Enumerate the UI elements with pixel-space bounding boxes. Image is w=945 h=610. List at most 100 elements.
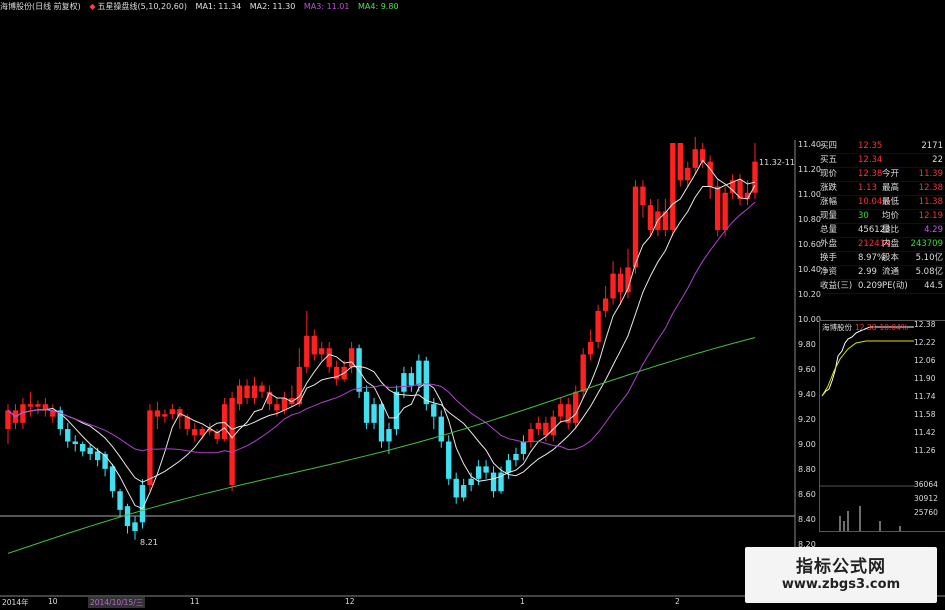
price-tick: 8.80 bbox=[798, 465, 816, 474]
candle-body bbox=[602, 298, 609, 311]
quote-row: 涨幅 10.04% 最低 11.38 bbox=[820, 196, 945, 210]
mini-scale-tick: 11.74 bbox=[914, 392, 936, 401]
price-tick: 9.80 bbox=[798, 340, 816, 349]
candle-body bbox=[72, 441, 78, 444]
quote-l1: 现价 bbox=[820, 169, 838, 179]
indicator-name[interactable]: 五星操盘线(5,10,20,60) bbox=[98, 2, 188, 11]
quote-v1: 12.35 bbox=[858, 141, 883, 151]
quote-v1: 2.99 bbox=[858, 267, 877, 277]
candle-body bbox=[677, 143, 683, 181]
quote-v2: 12.19 bbox=[918, 211, 943, 221]
price-tick: 10.60 bbox=[798, 240, 821, 249]
quote-l1: 买四 bbox=[820, 141, 838, 151]
quote-l1: 净资 bbox=[820, 267, 838, 277]
quote-l1: 外盘 bbox=[820, 239, 838, 249]
stock-title[interactable]: 海博股份(日线 前复权) bbox=[0, 2, 81, 11]
candle-body bbox=[692, 149, 698, 168]
price-tick: 8.40 bbox=[798, 515, 816, 524]
candle-body bbox=[528, 429, 534, 442]
price-tick: 10.00 bbox=[798, 315, 821, 324]
mini-chart-header: 海博股份 12.38 10.04% bbox=[822, 322, 908, 333]
candle-body bbox=[371, 404, 377, 423]
candle-body bbox=[378, 404, 385, 442]
mini-price: 12.38 bbox=[855, 323, 877, 332]
mini-scale-tick: 12.06 bbox=[914, 356, 936, 365]
mini-chart-scale: 12.38 12.22 12.06 11.90 11.74 11.58 11.42 11.26… bbox=[914, 320, 945, 550]
mini-scale-tick: 25760 bbox=[914, 508, 938, 517]
candle-body bbox=[670, 143, 676, 231]
quote-v2: 2171 bbox=[921, 141, 943, 151]
candle-body bbox=[401, 373, 407, 392]
quote-l2: 股本 bbox=[882, 253, 900, 263]
indicator-header: 海博股份(日线 前复权) ◆ 五星操盘线(5,10,20,60) MA1: 11.… bbox=[0, 0, 945, 14]
quote-l2: 最高 bbox=[882, 183, 900, 193]
ma1-value: MA1: 11.34 bbox=[195, 2, 242, 11]
quote-v2: 243709 bbox=[910, 239, 943, 249]
quote-row: 净资 2.99 流通 5.08亿 bbox=[820, 266, 945, 280]
candle-body bbox=[543, 422, 549, 436]
quote-v1: 8.97% bbox=[858, 253, 886, 263]
quote-l1: 收益(三) bbox=[820, 281, 853, 291]
candle-body bbox=[446, 441, 452, 479]
candle-body bbox=[65, 429, 71, 442]
mini-price-line bbox=[821, 326, 914, 397]
candle-body bbox=[438, 416, 444, 442]
price-tick: 8.60 bbox=[798, 490, 816, 499]
candle-body bbox=[274, 404, 280, 411]
candle-body bbox=[573, 391, 579, 423]
time-tick: 11 bbox=[190, 597, 200, 606]
candle-body bbox=[490, 472, 497, 492]
quote-l2: 内盘 bbox=[882, 239, 900, 249]
candle-body bbox=[244, 385, 250, 398]
quote-l1: 涨跌 bbox=[820, 183, 838, 193]
quote-row: 买五 12.34 22 bbox=[820, 154, 945, 168]
diamond-icon: ◆ bbox=[89, 2, 96, 11]
candle-body bbox=[460, 485, 467, 498]
quote-v2: 11.39 bbox=[918, 169, 943, 179]
time-tick: 2 bbox=[675, 597, 680, 606]
price-tick: 10.80 bbox=[798, 215, 821, 224]
quote-row: 现量 30 均价 12.19 bbox=[820, 210, 945, 224]
time-tick: 2014年 bbox=[2, 598, 29, 607]
low-price-marker: 8.21 bbox=[140, 538, 158, 547]
candle-body bbox=[236, 385, 243, 405]
candle-body bbox=[707, 161, 713, 187]
price-tick: 11.40 bbox=[798, 140, 821, 149]
mini-scale-tick: 11.42 bbox=[914, 428, 936, 437]
ma4-value: MA4: 9.80 bbox=[358, 2, 399, 11]
candle-body bbox=[87, 447, 93, 454]
ma2-value: MA2: 11.30 bbox=[249, 2, 296, 11]
quote-row: 涨跌 1.13 最高 12.38 bbox=[820, 182, 945, 196]
candle-body bbox=[617, 273, 624, 293]
quote-l1: 总量 bbox=[820, 225, 838, 235]
price-tick: 9.20 bbox=[798, 415, 816, 424]
candle-body bbox=[393, 391, 400, 430]
quote-l1: 买五 bbox=[820, 155, 838, 165]
candle-body bbox=[251, 385, 258, 398]
candle-body bbox=[550, 416, 556, 436]
candle-body bbox=[483, 466, 489, 473]
quote-panel: 买四 12.35 2171 买五 12.34 22 现价 12.38 今开 11.39 涨跌 1.13… bbox=[820, 140, 945, 294]
candle-body bbox=[281, 397, 288, 411]
candle-body bbox=[453, 478, 459, 498]
candle-body bbox=[587, 342, 594, 355]
quote-v2: 44.5 bbox=[924, 281, 943, 291]
quote-l1: 换手 bbox=[820, 253, 838, 263]
candle-body bbox=[610, 273, 616, 299]
candle-body bbox=[416, 360, 422, 386]
quote-row: 买四 12.35 2171 bbox=[820, 140, 945, 154]
candle-body bbox=[80, 443, 86, 452]
mini-scale-tick: 36064 bbox=[914, 480, 938, 489]
quote-v1: 12.38 bbox=[858, 169, 883, 179]
price-tick: 11.00 bbox=[798, 190, 821, 199]
time-tick: 12 bbox=[345, 597, 355, 606]
quote-v1: 0.209 bbox=[858, 281, 883, 291]
candle-body bbox=[311, 335, 317, 355]
quote-row: 收益(三) 0.209 PE(动) 44.5 bbox=[820, 280, 945, 294]
candle-body bbox=[147, 410, 153, 486]
watermark-url: www.zbgs3.com bbox=[781, 577, 901, 592]
candle-body bbox=[386, 429, 392, 442]
quote-row: 外盘 212414 内盘 243709 bbox=[820, 238, 945, 252]
quote-l1: 涨幅 bbox=[820, 197, 838, 207]
mini-scale-tick: 12.38 bbox=[914, 320, 936, 329]
